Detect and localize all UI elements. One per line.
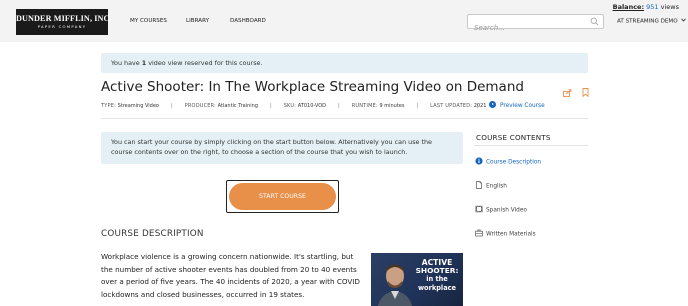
meta-divider: | — [170, 103, 173, 109]
contents-item-label: Spanish Video — [486, 207, 527, 214]
notice-prefix: You have — [111, 59, 142, 67]
search-input[interactable] — [468, 21, 578, 35]
title-actions — [563, 82, 594, 101]
info-icon — [475, 157, 483, 165]
contents-item-label: English — [486, 183, 507, 190]
preview-label: Preview Course — [500, 103, 545, 109]
search-box — [467, 14, 604, 35]
film-icon — [475, 205, 483, 213]
play-icon — [489, 101, 496, 108]
start-course-focus-ring: START COURSE — [226, 180, 339, 213]
meta-producer: PRODUCER: Atlantic Training — [185, 103, 258, 109]
meta-producer-value: Atlantic Training — [217, 103, 258, 109]
account-menu[interactable]: AT STREAMING DEMO — [617, 18, 687, 25]
contents-item-label: Written Materials — [486, 231, 536, 238]
balance-label: Balance: — [612, 3, 645, 11]
contents-item-spanish-video[interactable]: Spanish Video — [475, 205, 527, 214]
share-icon[interactable] — [563, 82, 572, 101]
meta-sku-value: AT010-VOD — [297, 103, 327, 109]
view-balance[interactable]: Balance: 951 views — [613, 3, 679, 11]
course-contents-heading: COURSE CONTENTS — [476, 133, 551, 142]
meta-divider: | — [338, 103, 340, 109]
meta-runtime: RUNTIME: 9 minutes — [352, 103, 405, 109]
meta-type: TYPE: Streaming Video — [101, 103, 159, 109]
meta-sku-key: SKU: — [283, 103, 297, 109]
reservation-notice: You have 1 video view reserved for this … — [101, 53, 588, 73]
thumbnail-line2: SHOOTER: — [415, 266, 459, 276]
presenter-image — [377, 264, 413, 306]
page-title: Active Shooter: In The Workplace Streami… — [101, 79, 524, 95]
nav-my-courses[interactable]: MY COURSES — [130, 18, 167, 24]
divider — [474, 145, 588, 146]
notice-suffix: video view reserved for this course. — [146, 59, 263, 67]
meta-divider: | — [416, 103, 419, 109]
start-course-button[interactable]: START COURSE — [229, 183, 336, 210]
account-name: AT STREAMING DEMO — [617, 18, 678, 25]
balance-unit: views — [660, 3, 679, 11]
search-icon[interactable] — [590, 17, 599, 26]
logo-name: DUNDER MIFFLIN, INC — [16, 14, 110, 23]
meta-sku: SKU: AT010-VOD — [284, 103, 326, 109]
contents-item-course-description[interactable]: Course Description — [475, 157, 541, 166]
site-header: DUNDER MIFFLIN, INC PAPER COMPANY MY COU… — [0, 0, 688, 42]
nav-dashboard[interactable]: DASHBOARD — [230, 18, 266, 24]
meta-updated-value: 2021 — [473, 103, 487, 109]
meta-type-key: TYPE: — [101, 103, 116, 109]
preview-course-link[interactable]: Preview Course — [489, 101, 545, 109]
document-icon — [476, 181, 482, 189]
thumbnail-text: ACTIVE SHOOTER: in the workplace — [411, 258, 463, 292]
contents-item-label: Course Description — [486, 159, 542, 166]
meta-divider: | — [477, 103, 479, 109]
course-description-text: Workplace violence is a growing concern … — [101, 252, 360, 299]
contents-item-written-materials[interactable]: Written Materials — [475, 229, 536, 238]
company-logo[interactable]: DUNDER MIFFLIN, INC PAPER COMPANY — [16, 9, 110, 35]
nav-library[interactable]: LIBRARY — [186, 18, 209, 24]
meta-divider: | — [270, 103, 272, 109]
meta-runtime-value: 9 minutes — [379, 103, 405, 109]
briefcase-icon — [475, 229, 483, 237]
thumbnail-line3: in the — [426, 275, 448, 284]
contents-item-english[interactable]: English — [475, 181, 507, 190]
meta-type-value: Streaming Video — [117, 103, 159, 109]
video-thumbnail[interactable]: ACTIVE SHOOTER: in the workplace — [371, 253, 463, 306]
course-meta: TYPE: Streaming Video | PRODUCER: Atlantic… — [101, 103, 486, 109]
meta-runtime-key: RUNTIME: — [351, 103, 378, 109]
meta-producer-key: PRODUCER: — [184, 103, 217, 109]
course-description-heading: COURSE DESCRIPTION — [101, 229, 204, 239]
start-instructions: You can start your course by simply clic… — [101, 132, 463, 164]
logo-tagline: PAPER COMPANY — [37, 24, 87, 29]
balance-amount: 951 — [646, 3, 659, 11]
meta-updated-key: LAST UPDATED: — [430, 103, 473, 109]
bookmark-icon[interactable] — [582, 82, 589, 101]
thumbnail-line4: workplace — [417, 283, 457, 292]
divider — [101, 118, 588, 119]
chevron-down-icon — [681, 18, 687, 22]
